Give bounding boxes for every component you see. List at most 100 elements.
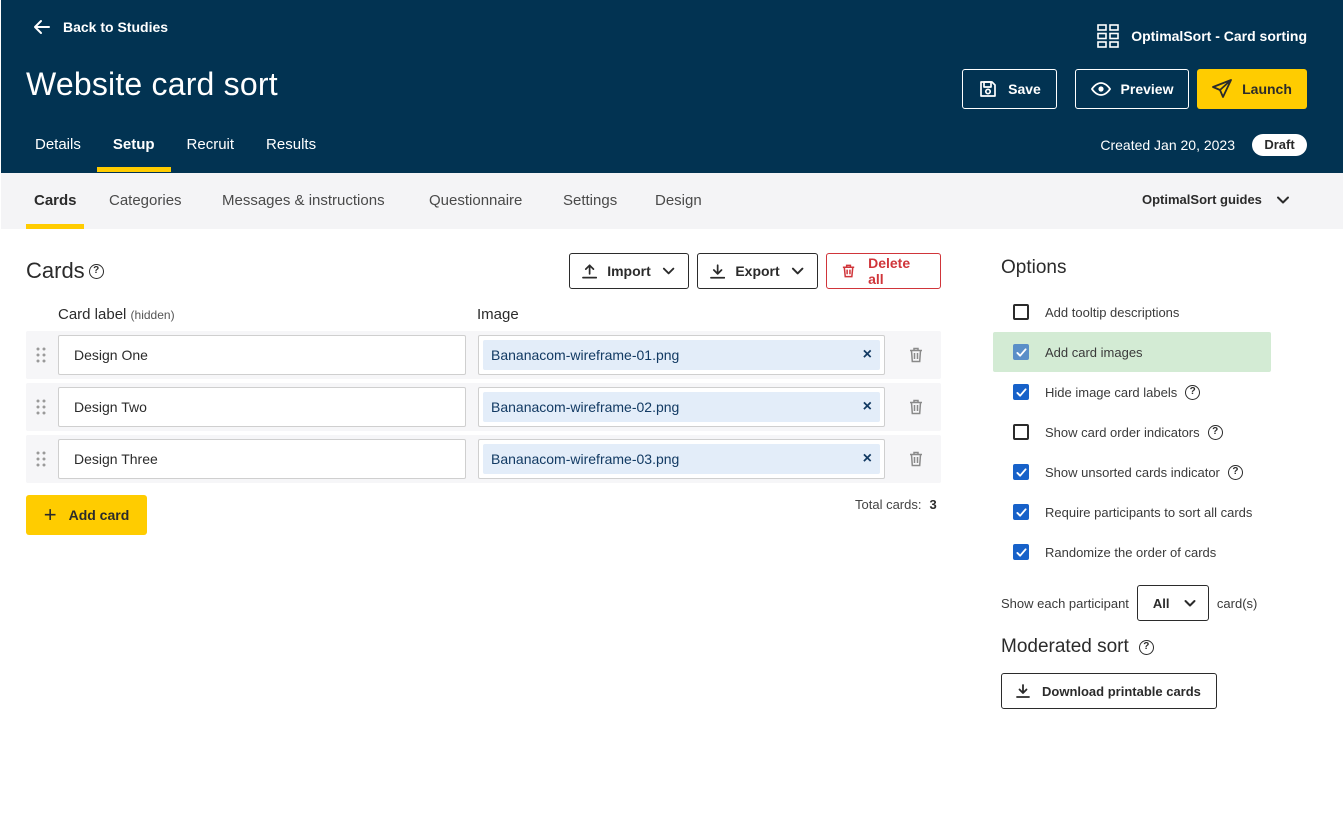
card-image-field[interactable]: Bananacom-wireframe-03.png × [478, 439, 885, 479]
checkbox[interactable] [1013, 344, 1029, 360]
checkbox[interactable] [1013, 304, 1029, 320]
save-icon [980, 81, 996, 97]
show-each-suffix: card(s) [1216, 595, 1258, 611]
tab-messages-instructions[interactable]: Messages & instructions [222, 192, 385, 209]
drag-handle-icon[interactable] [36, 451, 46, 467]
checkbox[interactable] [1013, 544, 1029, 560]
preview-button[interactable]: Preview [1075, 69, 1189, 109]
import-button[interactable]: Import [569, 253, 689, 289]
nav-setup[interactable]: Setup [96, 136, 171, 173]
cards-heading: Cards ? [26, 258, 104, 284]
help-icon[interactable]: ? [1185, 384, 1201, 400]
option-add-card-images[interactable]: Add card images [993, 332, 1271, 372]
option-label: Require participants to sort all cards [1045, 504, 1253, 520]
save-button[interactable]: Save [962, 69, 1057, 109]
page-title: Website card sort [26, 66, 278, 102]
tab-cards[interactable]: Cards [34, 192, 77, 209]
moderated-sort-heading: Moderated sort ? [1001, 636, 1154, 658]
download-printable-cards-button[interactable]: Download printable cards [1001, 673, 1217, 709]
plus-icon: + [43, 502, 57, 527]
delete-all-button[interactable]: Delete all [826, 253, 941, 289]
delete-card-icon[interactable] [909, 451, 923, 467]
card-label-hint: (hidden) [130, 308, 175, 322]
tab-settings[interactable]: Settings [563, 192, 617, 209]
card-row: Design One Bananacom-wireframe-01.png × [26, 331, 941, 379]
show-each-participant-row: Show each participant All card(s) [1001, 585, 1257, 621]
chevron-down-icon [1184, 600, 1196, 607]
tab-questionnaire[interactable]: Questionnaire [429, 192, 522, 209]
remove-image-icon[interactable]: × [863, 398, 872, 416]
card-label-input[interactable]: Design Two [58, 387, 466, 427]
export-button[interactable]: Export [697, 253, 818, 289]
card-label-input[interactable]: Design Three [58, 439, 466, 479]
options-heading: Options [1001, 257, 1067, 278]
checkbox[interactable] [1013, 384, 1029, 400]
optimalsort-guides-dropdown[interactable]: OptimalSort guides [1142, 192, 1290, 207]
delete-card-icon[interactable] [909, 347, 923, 363]
option-label: Hide image card labels [1045, 384, 1178, 400]
card-label-input[interactable]: Design One [58, 335, 466, 375]
card-sort-grid-icon [1097, 24, 1120, 48]
back-to-studies-link[interactable]: Back to Studies [33, 18, 168, 36]
option-require-sort-all-cards[interactable]: Require participants to sort all cards [993, 492, 1271, 532]
card-image-field[interactable]: Bananacom-wireframe-02.png × [478, 387, 885, 427]
back-label: Back to Studies [63, 19, 169, 35]
download-icon [710, 264, 726, 279]
cards-count-value: All [1152, 595, 1170, 611]
upload-icon [582, 264, 598, 279]
add-card-button[interactable]: + Add card [26, 495, 147, 535]
checkmark-icon [1015, 467, 1027, 477]
help-icon[interactable]: ? [1207, 424, 1223, 440]
help-icon[interactable]: ? [88, 263, 104, 279]
checkmark-icon [1015, 347, 1027, 357]
tab-design[interactable]: Design [655, 192, 702, 209]
trash-icon [842, 264, 855, 278]
nav-results[interactable]: Results [250, 136, 332, 173]
image-file-chip: Bananacom-wireframe-01.png × [483, 340, 880, 370]
delete-card-icon[interactable] [909, 399, 923, 415]
card-label-header: Card label [58, 306, 127, 323]
image-file-chip: Bananacom-wireframe-03.png × [483, 444, 880, 474]
checkbox[interactable] [1013, 424, 1029, 440]
study-main-nav: Details Setup Recruit Results [19, 136, 332, 173]
delete-all-label: Delete all [868, 255, 911, 287]
checkbox[interactable] [1013, 504, 1029, 520]
export-label: Export [735, 263, 780, 279]
remove-image-icon[interactable]: × [863, 450, 872, 468]
remove-image-icon[interactable]: × [863, 346, 872, 364]
card-image-field[interactable]: Bananacom-wireframe-01.png × [478, 335, 885, 375]
total-cards-label: Total cards: [855, 497, 922, 512]
checkbox[interactable] [1013, 464, 1029, 480]
option-randomize-card-order[interactable]: Randomize the order of cards [993, 532, 1271, 572]
show-each-prefix: Show each participant [1001, 595, 1129, 611]
drag-handle-icon[interactable] [36, 347, 46, 363]
total-cards: Total cards: 3 [855, 497, 937, 512]
paper-plane-icon [1212, 79, 1233, 98]
chevron-down-icon [791, 267, 804, 275]
launch-button[interactable]: Launch [1197, 69, 1307, 109]
option-show-card-order-indicators[interactable]: Show card order indicators ? [993, 412, 1271, 452]
card-label-column-header: Card label (hidden) [58, 306, 175, 323]
cards-title: Cards [26, 258, 85, 283]
nav-recruit[interactable]: Recruit [171, 136, 251, 173]
option-hide-image-card-labels[interactable]: Hide image card labels ? [993, 372, 1271, 412]
help-icon[interactable]: ? [1138, 639, 1154, 655]
image-file-name: Bananacom-wireframe-03.png [491, 451, 680, 467]
cards-count-select[interactable]: All [1136, 585, 1209, 621]
option-label: Show card order indicators [1045, 424, 1200, 440]
study-header: Back to Studies OptimalSort - Card sorti… [1, 0, 1343, 173]
guides-label: OptimalSort guides [1142, 192, 1262, 207]
help-icon[interactable]: ? [1227, 464, 1243, 480]
save-label: Save [1008, 81, 1041, 97]
product-label: OptimalSort - Card sorting [1131, 28, 1307, 44]
launch-label: Launch [1242, 81, 1292, 97]
option-add-tooltip-descriptions[interactable]: Add tooltip descriptions [993, 292, 1271, 332]
option-show-unsorted-cards-indicator[interactable]: Show unsorted cards indicator ? [993, 452, 1271, 492]
download-printable-cards-label: Download printable cards [1042, 683, 1201, 699]
moderated-sort-title: Moderated sort [1001, 636, 1129, 657]
tab-categories[interactable]: Categories [109, 192, 182, 209]
nav-details[interactable]: Details [19, 136, 97, 173]
option-label: Show unsorted cards indicator [1045, 464, 1220, 480]
card-row: Design Two Bananacom-wireframe-02.png × [26, 383, 941, 431]
drag-handle-icon[interactable] [36, 399, 46, 415]
